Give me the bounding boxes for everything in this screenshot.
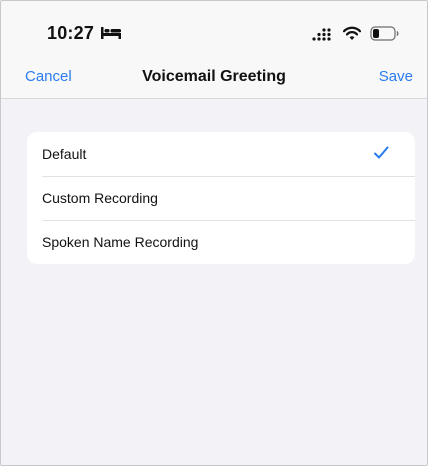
screen-frame: 10:27 Cancel Voicemail Greeting Save Def…: [0, 0, 428, 466]
signal-icon: [312, 28, 331, 41]
checkmark-icon: [374, 146, 389, 159]
wifi-icon: [343, 26, 361, 40]
battery-icon: [370, 26, 399, 41]
bed-icon: [101, 27, 121, 39]
option-label: Default: [42, 146, 87, 162]
save-button[interactable]: Save: [379, 68, 413, 85]
option-label: Spoken Name Recording: [42, 234, 199, 250]
option-custom-recording[interactable]: Custom Recording: [27, 176, 415, 220]
option-label: Custom Recording: [42, 190, 158, 206]
option-default[interactable]: Default: [27, 132, 415, 176]
status-time: 10:27: [47, 23, 95, 43]
option-spoken-name-recording[interactable]: Spoken Name Recording: [27, 220, 415, 264]
page-title: Voicemail Greeting: [142, 68, 286, 85]
greeting-options-list: Default Custom Recording Spoken Name Rec…: [27, 132, 415, 264]
status-bar: 10:27: [1, 1, 427, 63]
navigation-bar: Cancel Voicemail Greeting Save: [1, 63, 427, 99]
